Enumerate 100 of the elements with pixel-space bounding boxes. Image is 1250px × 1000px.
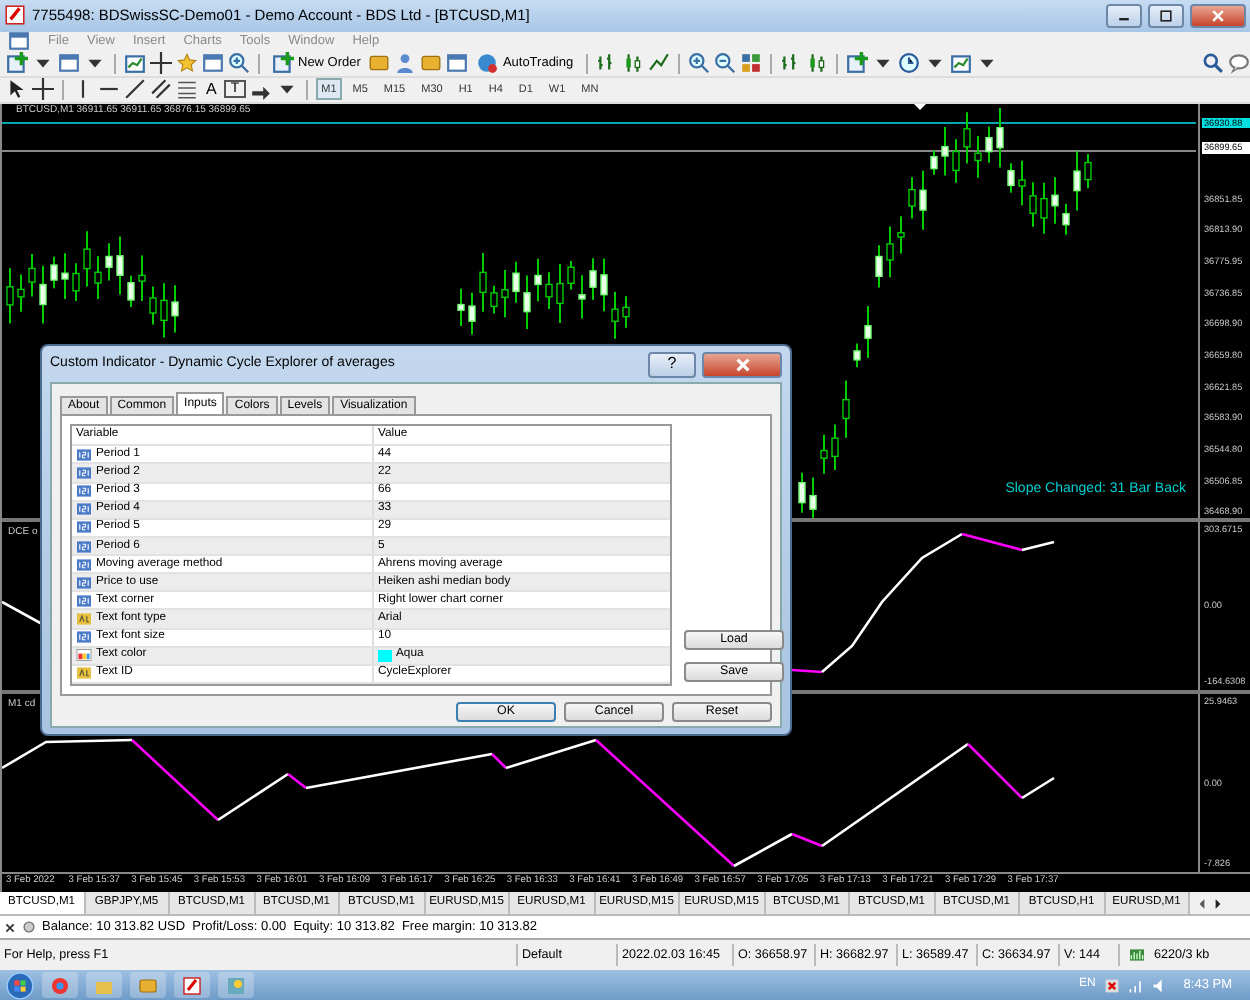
- integer-type-icon: [76, 484, 92, 499]
- candlestick: [17, 273, 25, 313]
- cursor-icon[interactable]: [6, 78, 28, 101]
- connection-bars-icon: [1124, 948, 1150, 963]
- window-icon[interactable]: [446, 52, 469, 75]
- string-type-icon: [76, 666, 92, 681]
- candlestick: [171, 283, 179, 334]
- crosshair-icon[interactable]: [32, 78, 54, 101]
- integer-type-icon: [76, 520, 92, 535]
- integer-type-icon: [76, 502, 92, 517]
- app-icon: [182, 975, 202, 996]
- candlestick: [985, 125, 993, 164]
- line-chart-icon[interactable]: [647, 52, 670, 75]
- candlestick: [523, 274, 531, 330]
- candlestick: [39, 264, 47, 325]
- scroll-right-icon[interactable]: [1212, 895, 1224, 912]
- zoom-out-icon[interactable]: [713, 52, 736, 75]
- text-tool-button[interactable]: A: [202, 80, 221, 100]
- program-icon: [226, 975, 246, 996]
- candlestick: [864, 304, 872, 359]
- close-icon: [733, 355, 751, 373]
- candlestick: [941, 125, 949, 177]
- candlestick: [1029, 181, 1037, 228]
- candlestick: [50, 255, 58, 289]
- string-type-icon: [76, 612, 92, 627]
- tile-windows-icon[interactable]: [739, 52, 762, 75]
- fibonacci-icon[interactable]: [176, 78, 198, 101]
- candlestick: [1084, 152, 1092, 189]
- person-icon[interactable]: [394, 52, 417, 75]
- candlestick: [1018, 159, 1026, 206]
- integer-type-icon: [76, 466, 92, 481]
- candlestick: [149, 285, 157, 326]
- color-type-icon: [76, 648, 92, 663]
- start-button[interactable]: [6, 971, 34, 1000]
- zoom-in-icon[interactable]: [687, 52, 710, 75]
- integer-type-icon: [76, 539, 92, 554]
- candlestick: [490, 284, 498, 315]
- help-button[interactable]: ?: [648, 351, 696, 377]
- candlestick: [842, 379, 850, 439]
- integer-type-icon: [76, 557, 92, 572]
- close-button[interactable]: [702, 351, 782, 377]
- candlestick: [457, 287, 465, 327]
- candlestick: [72, 261, 80, 302]
- integer-type-icon: [76, 575, 92, 590]
- candlestick: [930, 149, 938, 176]
- clock-icon[interactable]: [897, 52, 920, 75]
- candlestick: [556, 262, 564, 324]
- taskbar-button[interactable]: [174, 972, 210, 999]
- candlestick: [919, 169, 927, 231]
- new-chart-icon[interactable]: [6, 52, 28, 75]
- candlestick: [875, 244, 883, 289]
- candlestick: [831, 423, 839, 471]
- candlestick: [567, 259, 575, 291]
- shift-marker-icon: [914, 103, 926, 110]
- candlestick: [886, 225, 894, 279]
- maximize-icon: [1158, 7, 1174, 24]
- candlestick: [6, 266, 14, 325]
- account-icon: [22, 920, 36, 935]
- candlestick: [545, 270, 553, 310]
- search-icon[interactable]: [1202, 52, 1224, 75]
- candlestick: [578, 273, 586, 320]
- maximize-button[interactable]: [1148, 3, 1184, 28]
- candlestick: [798, 471, 806, 514]
- candlestick: [853, 342, 861, 368]
- scroll-left-icon[interactable]: [1196, 895, 1208, 912]
- candlestick: [996, 106, 1004, 169]
- channel-icon[interactable]: [150, 78, 172, 101]
- candlestick-icon[interactable]: [621, 52, 644, 75]
- candlestick: [160, 281, 168, 339]
- candlestick: [1007, 162, 1015, 194]
- candlestick: [61, 251, 69, 300]
- integer-type-icon: [76, 630, 92, 645]
- close-button[interactable]: [1190, 3, 1246, 28]
- candlestick: [908, 175, 916, 220]
- candlestick: [611, 290, 619, 340]
- close-icon[interactable]: [4, 921, 16, 934]
- taskbar-button[interactable]: [42, 972, 78, 999]
- trendline-icon[interactable]: [124, 78, 146, 101]
- candlestick: [974, 134, 982, 179]
- candlestick: [512, 260, 520, 304]
- candlestick: [534, 257, 542, 302]
- candlestick: [1062, 202, 1070, 236]
- minimize-button[interactable]: [1106, 3, 1142, 28]
- candlestick: [127, 274, 135, 308]
- network-error-icon[interactable]: [1103, 977, 1120, 994]
- candlestick: [116, 235, 124, 296]
- candlestick: [468, 291, 476, 336]
- integer-type-icon: [76, 593, 92, 608]
- app-icon: [4, 4, 26, 27]
- signal-icon[interactable]: [1127, 977, 1144, 994]
- candlestick: [589, 257, 597, 301]
- candlestick: [1051, 175, 1059, 225]
- chat-icon[interactable]: [1228, 52, 1250, 75]
- speaker-icon[interactable]: [1151, 977, 1168, 994]
- candlestick: [83, 229, 91, 288]
- candlestick: [479, 251, 487, 313]
- candlestick: [1073, 149, 1081, 212]
- candlestick: [820, 433, 828, 475]
- browser-icon: [50, 975, 70, 996]
- candlestick: [897, 214, 905, 255]
